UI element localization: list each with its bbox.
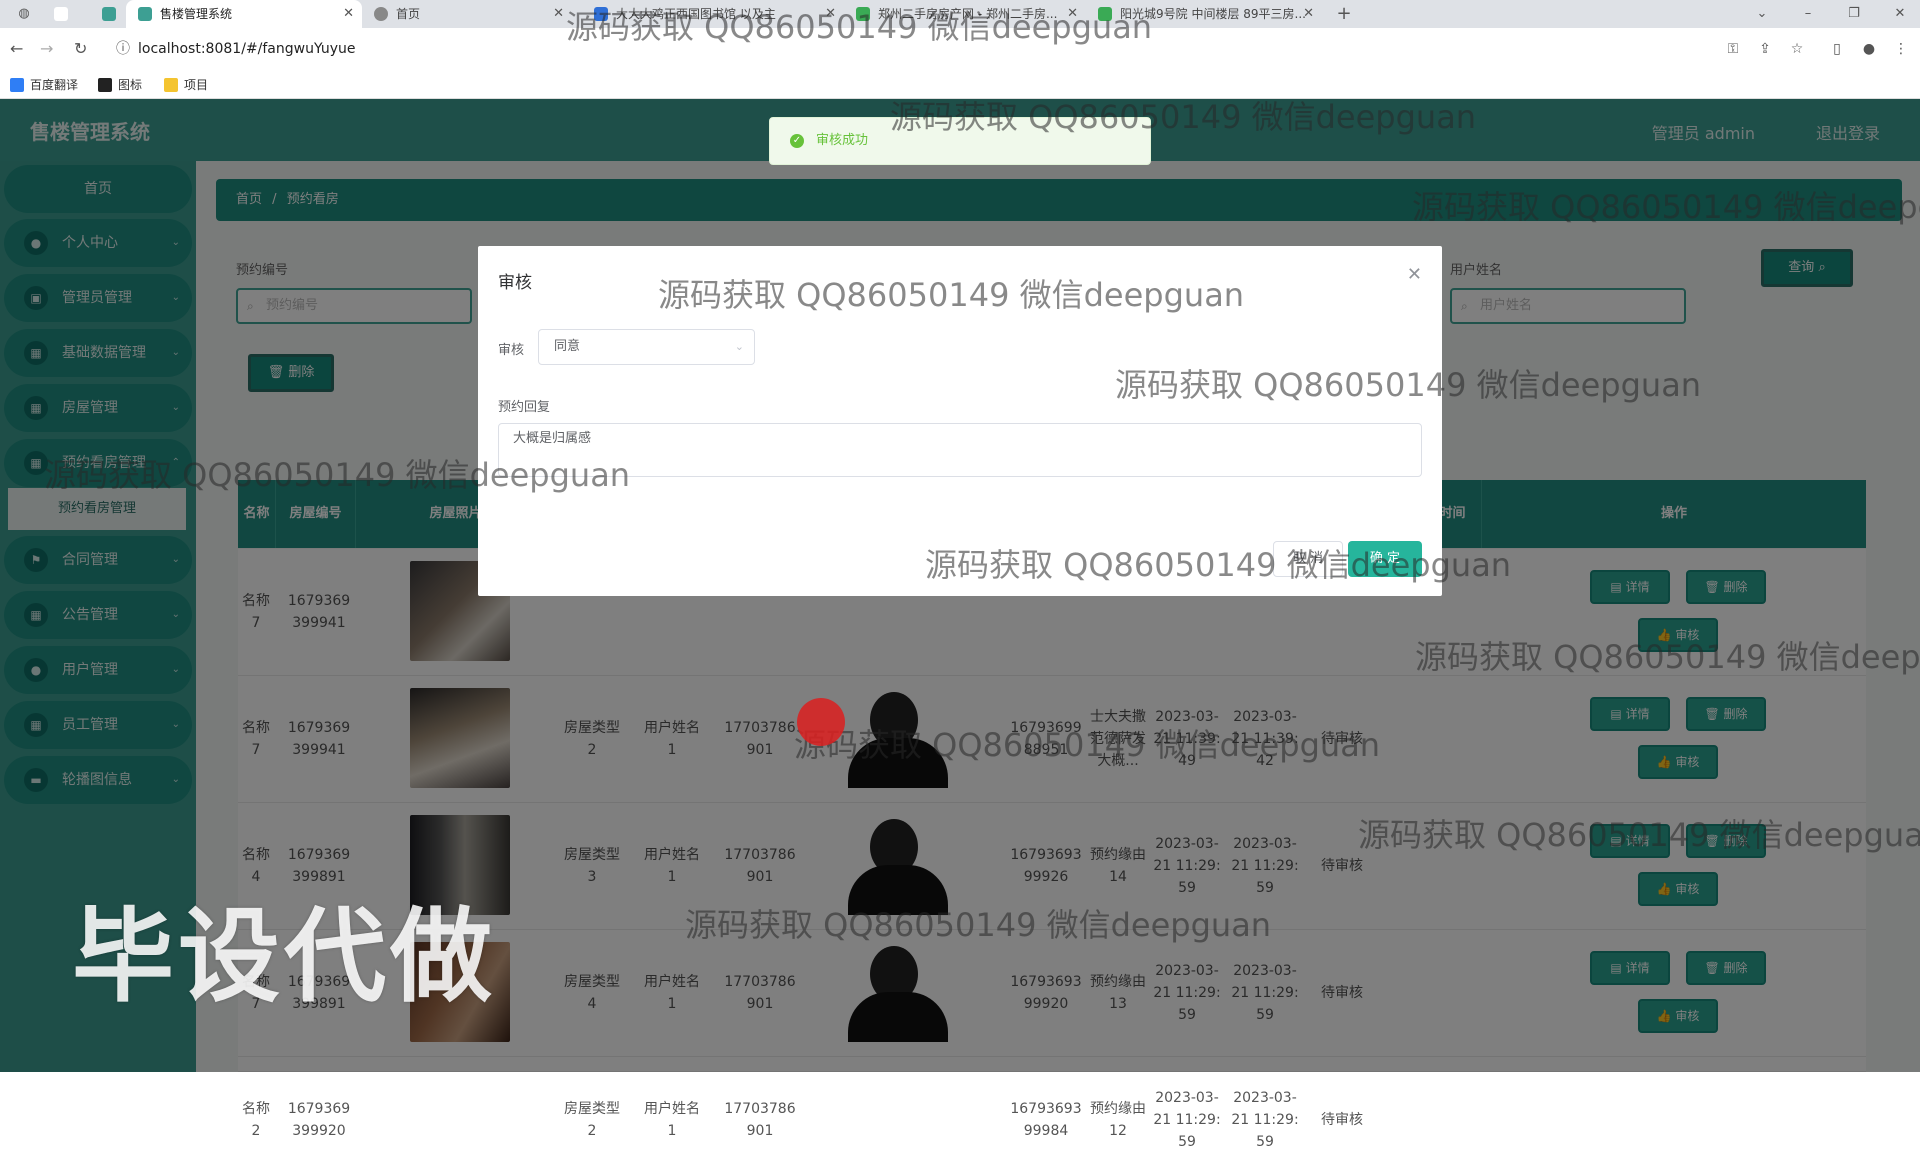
more-menu-icon[interactable]: ⋮: [1893, 41, 1909, 57]
url-input[interactable]: ⓘ localhost:8081/#/fangwuYuyue: [108, 35, 1768, 63]
success-toast: ✓ 审核成功: [769, 117, 1151, 165]
minimize-icon[interactable]: –: [1798, 4, 1818, 24]
profile-icon[interactable]: ●: [1861, 41, 1877, 57]
check-circle-icon: ✓: [790, 134, 804, 148]
key-icon[interactable]: ⚿: [1725, 41, 1741, 57]
cell-name: 名称 2: [242, 1101, 270, 1139]
site-icon: [594, 7, 608, 21]
audit-select[interactable]: 同意 ⌄: [538, 329, 755, 365]
globe-icon[interactable]: ◍: [14, 4, 34, 24]
site-icon: [856, 7, 870, 21]
tab-sunshine-city[interactable]: 阳光城9号院 中间楼层 89平三房... ✕: [1086, 0, 1322, 28]
cell-house-type: 房屋类型 2: [564, 1101, 620, 1139]
side-panel-icon[interactable]: ▯: [1829, 41, 1845, 57]
cell-phone: 17703786901: [724, 1101, 796, 1139]
audit-dialog: 审核 ✕ 审核 同意 ⌄ 预约回复 大概是归属感 取 消 确 定: [478, 246, 1442, 596]
reply-label: 预约回复: [498, 400, 551, 415]
close-icon[interactable]: ✕: [1407, 264, 1422, 285]
image-icon: [98, 78, 112, 92]
cell-status: 待审核: [1321, 1112, 1363, 1128]
cell-create-time: 2023-03-21 11:29:59: [1153, 1090, 1221, 1150]
cell-order-no: 1679369399984: [1010, 1101, 1082, 1139]
browser-chrome: ◍ 售楼管理系统 ✕ 首页 ✕ 大大大鸡正西国图书馆 以及主 ✕ 郑州二手房房产…: [0, 0, 1920, 99]
bookmarks-bar: 百度翻译 图标 项目: [0, 70, 1920, 99]
blank-page-icon: [54, 7, 68, 21]
address-bar-row: ← → ↻ ⓘ localhost:8081/#/fangwuYuyue ⚿ ⇪…: [0, 28, 1920, 70]
forward-icon[interactable]: →: [40, 39, 53, 58]
cancel-button[interactable]: 取 消: [1273, 541, 1343, 577]
cell-reason: 预约缘由 12: [1090, 1101, 1146, 1139]
restore-icon[interactable]: ❐: [1844, 4, 1864, 24]
vue-logo-icon: [138, 7, 152, 21]
confirm-button[interactable]: 确 定: [1348, 541, 1422, 577]
tab-vue[interactable]: [92, 0, 126, 28]
tab-home[interactable]: 首页 ✕: [362, 0, 572, 28]
reply-textarea[interactable]: 大概是归属感: [498, 423, 1422, 477]
bookmark-baidu-translate[interactable]: 百度翻译: [10, 77, 78, 93]
chevron-down-icon: ⌄: [734, 340, 744, 353]
close-tab-icon[interactable]: ✕: [1303, 0, 1314, 28]
close-window-icon[interactable]: ✕: [1890, 4, 1910, 24]
site-info-icon[interactable]: ⓘ: [116, 35, 130, 63]
reload-icon[interactable]: ↻: [74, 39, 87, 58]
cell-house-no: 1679369399920: [287, 1101, 351, 1139]
close-tab-icon[interactable]: ✕: [825, 0, 836, 28]
watermark-big: 毕设代做: [72, 898, 496, 1017]
globe-icon: [374, 7, 388, 21]
tab-list-chevron-icon[interactable]: ⌄: [1752, 4, 1772, 24]
close-tab-icon[interactable]: ✕: [343, 0, 354, 28]
back-icon[interactable]: ←: [10, 39, 23, 58]
cell-user-name: 用户姓名 1: [644, 1101, 700, 1139]
new-tab-icon[interactable]: +: [1334, 4, 1354, 24]
mouse-cursor-highlight: [797, 698, 845, 746]
close-tab-icon[interactable]: ✕: [553, 0, 564, 28]
share-icon[interactable]: ⇪: [1757, 41, 1773, 57]
cell-appointment-time: 2023-03-21 11:29:59: [1231, 1090, 1299, 1150]
tab-blank[interactable]: [40, 0, 92, 28]
close-tab-icon[interactable]: ✕: [1067, 0, 1078, 28]
star-icon[interactable]: ☆: [1789, 41, 1805, 57]
translate-icon: [10, 78, 24, 92]
bookmark-icons[interactable]: 图标: [98, 77, 142, 93]
dialog-title: 审核: [498, 273, 532, 293]
bookmark-projects[interactable]: 项目: [164, 77, 208, 93]
tab-zhengzhou-house[interactable]: 郑州二手房房产网 - 郑州二手房... ✕: [844, 0, 1086, 28]
audit-label: 审核: [498, 343, 525, 358]
tab-sales-system[interactable]: 售楼管理系统 ✕: [126, 0, 362, 28]
tab-library[interactable]: 大大大鸡正西国图书馆 以及主 ✕: [582, 0, 844, 28]
folder-icon: [164, 78, 178, 92]
site-icon: [1098, 7, 1112, 21]
vue-logo-icon: [102, 7, 116, 21]
tab-bar: ◍ 售楼管理系统 ✕ 首页 ✕ 大大大鸡正西国图书馆 以及主 ✕ 郑州二手房房产…: [0, 0, 1920, 28]
